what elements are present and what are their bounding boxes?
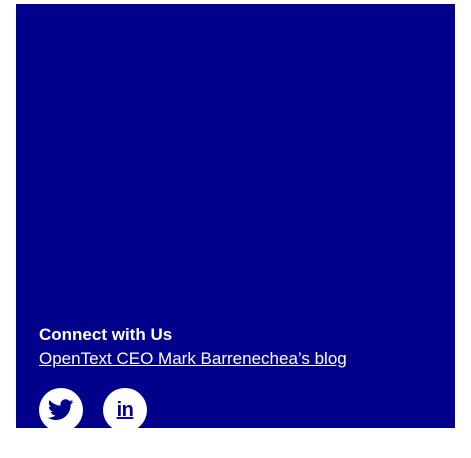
ceo-blog-link[interactable]: OpenText CEO Mark Barrenechea’s blog (39, 348, 347, 370)
connect-panel: Connect with Us OpenText CEO Mark Barren… (16, 4, 455, 432)
connect-section: Connect with Us OpenText CEO Mark Barren… (39, 324, 347, 432)
twitter-icon (48, 399, 74, 421)
connect-heading: Connect with Us (39, 325, 173, 344)
linkedin-button[interactable]: in (103, 388, 147, 432)
twitter-button[interactable] (39, 388, 83, 432)
linkedin-icon: in (116, 399, 134, 421)
social-links: in (39, 388, 347, 432)
